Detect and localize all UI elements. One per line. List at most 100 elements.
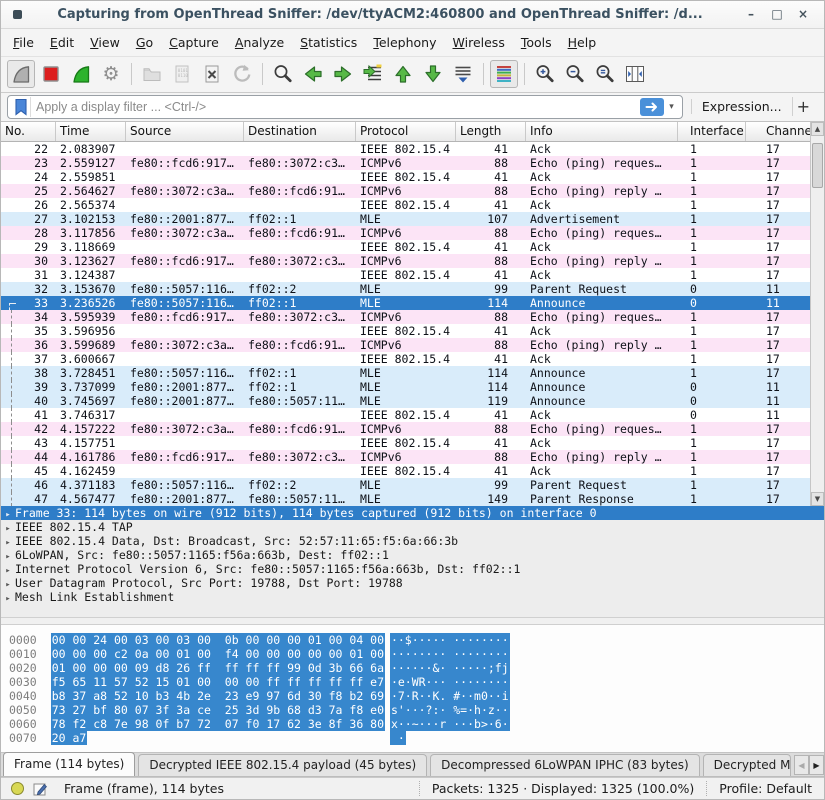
close-file-icon[interactable] (198, 60, 226, 88)
hex-bytes[interactable]: 00 00 00 c2 0a 00 01 00 f4 00 00 00 00 0… (51, 647, 385, 661)
packet-row-40[interactable]: 403.745697fe80::2001:877…fe80::5057:11…M… (1, 394, 810, 408)
detail-line[interactable]: ▸Mesh Link Establishment (1, 590, 824, 604)
scroll-down-icon[interactable]: ▼ (811, 492, 824, 506)
packet-row-39[interactable]: 393.737099fe80::2001:877…ff02::1MLE114An… (1, 380, 810, 394)
hex-bytes[interactable]: 73 27 bf 80 07 3f 3a ce 25 3d 9b 68 d3 7… (51, 703, 385, 717)
packet-row-28[interactable]: 283.117856fe80::3072:c3a…fe80::fcd6:91…I… (1, 226, 810, 240)
expand-arrow-icon[interactable]: ▸ (1, 578, 15, 590)
zoom-original-icon[interactable] (591, 60, 619, 88)
hex-bytes[interactable]: 01 00 00 00 09 d8 26 ff ff ff ff 99 0d 3… (51, 661, 385, 675)
packet-row-45[interactable]: 454.162459IEEE 802.15.441Ack117 (1, 464, 810, 478)
hex-ascii[interactable]: s'···?:· %=·h·z·· (390, 703, 510, 717)
capture-comment-icon[interactable] (32, 781, 48, 797)
hex-ascii[interactable]: ······&· ·····;fj (390, 661, 510, 675)
hex-bytes[interactable]: b8 37 a8 52 10 b3 4b 2e 23 e9 97 6d 30 f… (51, 689, 385, 703)
scroll-up-icon[interactable]: ▲ (811, 122, 824, 136)
byte-tab-2[interactable]: Decompressed 6LoWPAN IPHC (83 bytes) (430, 754, 700, 776)
reload-file-icon[interactable] (228, 60, 256, 88)
hex-bytes[interactable]: 00 00 24 00 03 00 03 00 0b 00 00 00 01 0… (51, 633, 385, 647)
packet-row-26[interactable]: 262.565374IEEE 802.15.441Ack117 (1, 198, 810, 212)
column-header-no[interactable]: No. (1, 122, 56, 141)
packet-row-33[interactable]: 333.236526fe80::5057:116…ff02::1MLE114An… (1, 296, 810, 310)
menu-capture[interactable]: Capture (161, 32, 227, 53)
capture-start-icon[interactable] (7, 60, 35, 88)
column-header-protocol[interactable]: Protocol (356, 122, 456, 141)
packet-row-41[interactable]: 413.746317IEEE 802.15.441Ack011 (1, 408, 810, 422)
auto-scroll-icon[interactable] (449, 60, 477, 88)
menu-wireless[interactable]: Wireless (445, 32, 513, 53)
expand-arrow-icon[interactable]: ▸ (1, 508, 15, 520)
hex-ascii[interactable]: ········ ········ (390, 647, 510, 661)
detail-line[interactable]: ▸IEEE 802.15.4 TAP (1, 520, 824, 534)
packet-row-35[interactable]: 353.596956IEEE 802.15.441Ack117 (1, 324, 810, 338)
capture-options-icon[interactable]: ⚙ (97, 60, 125, 88)
zoom-out-icon[interactable] (561, 60, 589, 88)
close-button[interactable]: × (790, 7, 816, 21)
menu-view[interactable]: View (82, 32, 128, 53)
hex-bytes[interactable]: 20 a7 (51, 731, 88, 745)
add-filter-button[interactable]: + (792, 97, 818, 116)
go-to-packet-icon[interactable] (359, 60, 387, 88)
capture-restart-icon[interactable] (67, 60, 95, 88)
open-file-icon[interactable] (138, 60, 166, 88)
packet-row-32[interactable]: 323.153670fe80::5057:116…ff02::2MLE99Par… (1, 282, 810, 296)
column-header-length[interactable]: Length (456, 122, 526, 141)
packet-row-30[interactable]: 303.123627fe80::fcd6:917…fe80::3072:c3…I… (1, 254, 810, 268)
status-profile[interactable]: Profile: Default (706, 781, 824, 796)
maximize-button[interactable]: □ (764, 7, 790, 21)
zoom-in-icon[interactable] (531, 60, 559, 88)
go-top-icon[interactable] (389, 60, 417, 88)
expert-info-icon[interactable] (11, 782, 24, 795)
column-header-channel[interactable]: Channel (746, 122, 810, 141)
capture-stop-icon[interactable] (37, 60, 65, 88)
menu-telephony[interactable]: Telephony (365, 32, 444, 53)
menu-help[interactable]: Help (560, 32, 605, 53)
expand-arrow-icon[interactable]: ▸ (1, 522, 15, 534)
detail-line[interactable]: ▸IEEE 802.15.4 Data, Dst: Broadcast, Src… (1, 534, 824, 548)
column-header-info[interactable]: Info (526, 122, 678, 141)
column-header-time[interactable]: Time (56, 122, 126, 141)
hex-ascii[interactable]: ·e·WR··· ········ (390, 675, 510, 689)
packet-row-38[interactable]: 383.728451fe80::5057:116…ff02::1MLE114An… (1, 366, 810, 380)
packet-row-34[interactable]: 343.595939fe80::fcd6:917…fe80::3072:c3…I… (1, 310, 810, 324)
hex-ascii[interactable]: ··$····· ········ (390, 633, 510, 647)
detail-line[interactable]: ▸Internet Protocol Version 6, Src: fe80:… (1, 562, 824, 576)
detail-line[interactable]: ▸6LoWPAN, Src: fe80::5057:1165:f56a:663b… (1, 548, 824, 562)
expand-arrow-icon[interactable]: ▸ (1, 550, 15, 562)
expand-arrow-icon[interactable]: ▸ (1, 536, 15, 548)
column-header-source[interactable]: Source (126, 122, 244, 141)
byte-tab-0[interactable]: Frame (114 bytes) (3, 752, 135, 776)
column-header-destination[interactable]: Destination (244, 122, 356, 141)
apply-filter-button[interactable] (640, 98, 664, 116)
colorize-icon[interactable] (490, 60, 518, 88)
detail-line[interactable]: ▸Frame 33: 114 bytes on wire (912 bits),… (1, 506, 824, 520)
packet-row-23[interactable]: 232.559127fe80::fcd6:917…fe80::3072:c3…I… (1, 156, 810, 170)
packet-row-27[interactable]: 273.102153fe80::2001:877…ff02::1MLE107Ad… (1, 212, 810, 226)
hex-ascii[interactable]: ·7·R··K. #··m0··i (390, 689, 510, 703)
tab-scroll-right-icon[interactable]: ▶ (809, 755, 824, 775)
display-filter-input[interactable] (31, 100, 640, 114)
expression-button[interactable]: Expression... (691, 99, 792, 114)
packet-row-37[interactable]: 373.600667IEEE 802.15.441Ack117 (1, 352, 810, 366)
hex-bytes[interactable]: 78 f2 c8 7e 98 0f b7 72 07 f0 17 62 3e 8… (51, 717, 385, 731)
packet-row-24[interactable]: 242.559851IEEE 802.15.441Ack117 (1, 170, 810, 184)
byte-tab-1[interactable]: Decrypted IEEE 802.15.4 payload (45 byte… (138, 754, 427, 776)
expand-arrow-icon[interactable]: ▸ (1, 592, 15, 604)
tab-scroll-left-icon[interactable]: ◀ (794, 755, 809, 775)
menu-go[interactable]: Go (128, 32, 161, 53)
menu-edit[interactable]: Edit (42, 32, 82, 53)
packet-row-43[interactable]: 434.157751IEEE 802.15.441Ack117 (1, 436, 810, 450)
save-file-icon[interactable]: 01010110 (168, 60, 196, 88)
go-forward-icon[interactable] (329, 60, 357, 88)
filter-history-dropdown-icon[interactable]: ▾ (664, 102, 679, 112)
minimize-button[interactable]: – (738, 7, 764, 21)
menu-file[interactable]: File (5, 32, 42, 53)
menu-statistics[interactable]: Statistics (292, 32, 365, 53)
packet-row-47[interactable]: 474.567477fe80::2001:877…fe80::5057:11…M… (1, 492, 810, 506)
packet-row-36[interactable]: 363.599689fe80::3072:c3a…fe80::fcd6:91…I… (1, 338, 810, 352)
hex-ascii[interactable]: x··~···r ···b>·6· (390, 717, 510, 731)
packet-row-29[interactable]: 293.118669IEEE 802.15.441Ack117 (1, 240, 810, 254)
packet-row-46[interactable]: 464.371183fe80::5057:116…ff02::2MLE99Par… (1, 478, 810, 492)
bookmark-icon[interactable] (11, 97, 31, 117)
find-packet-icon[interactable] (269, 60, 297, 88)
